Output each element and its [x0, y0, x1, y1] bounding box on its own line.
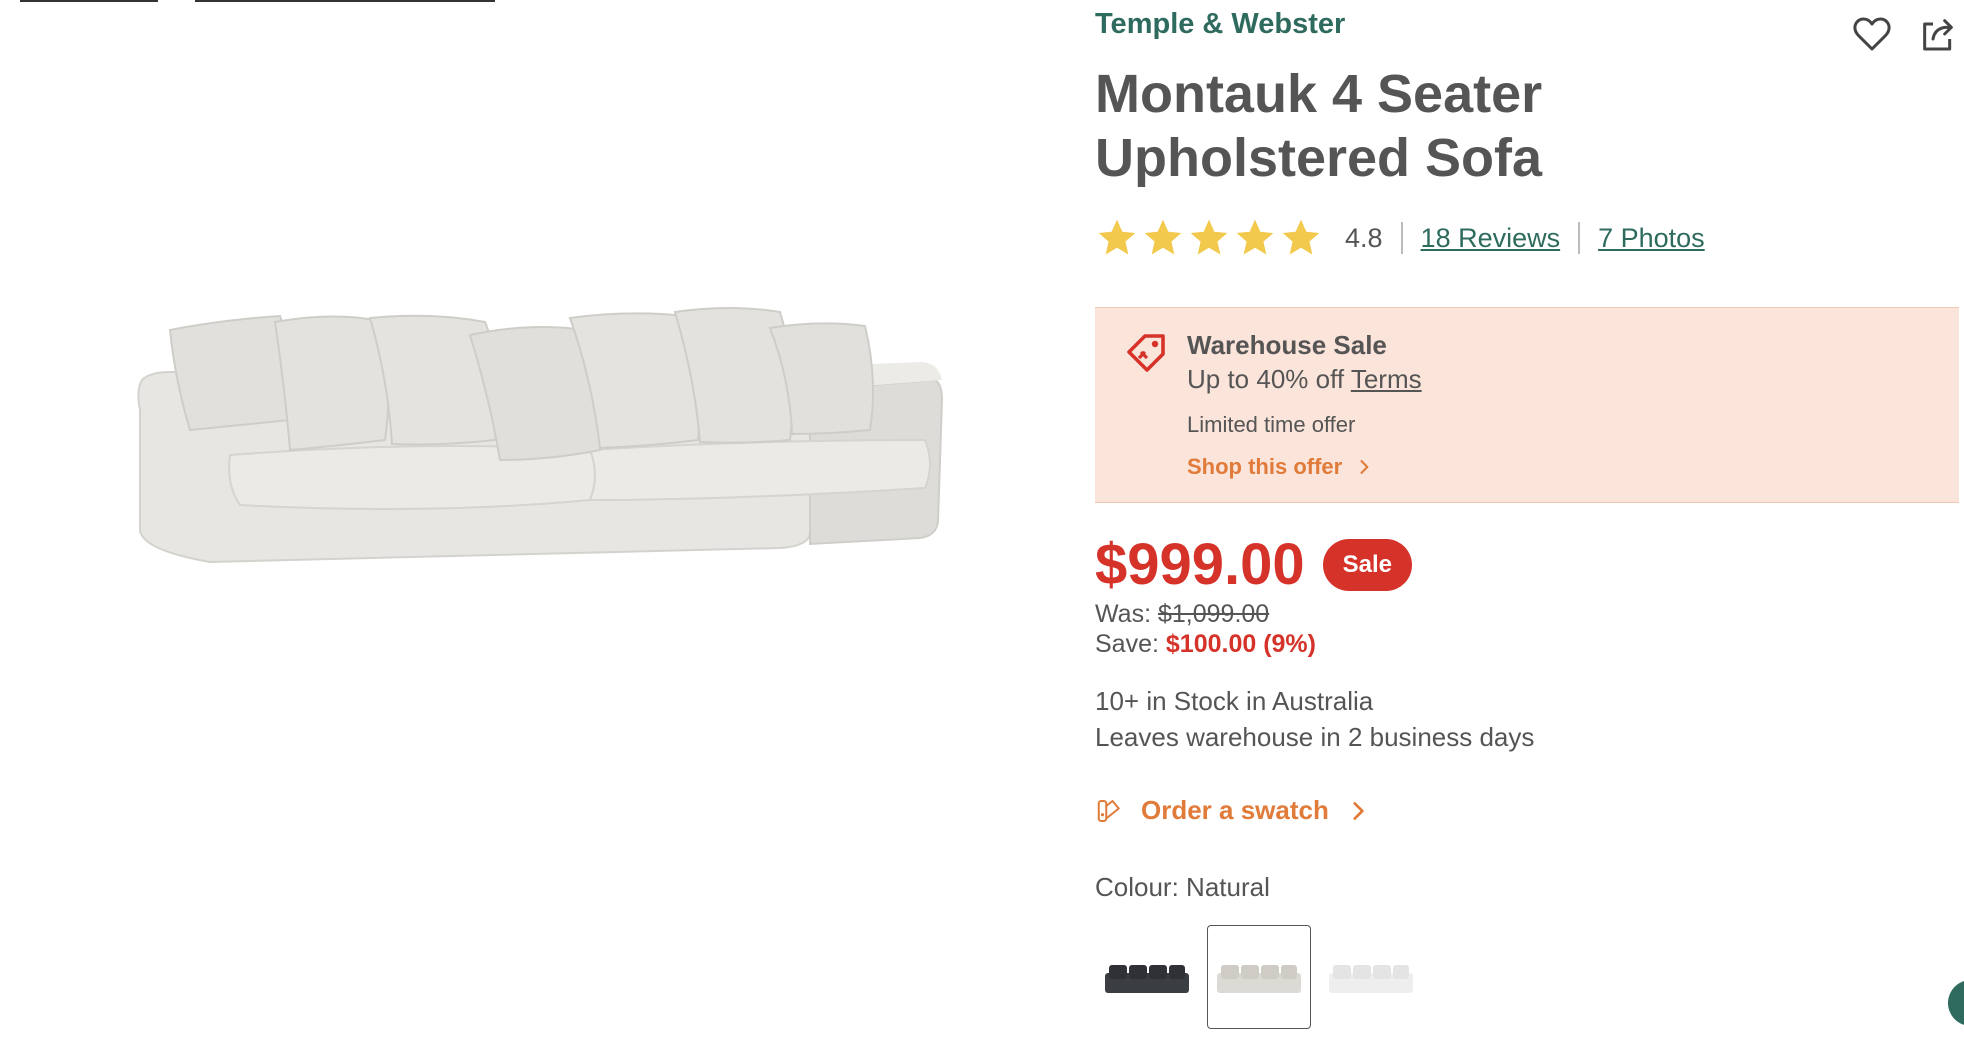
star-rating	[1095, 216, 1323, 260]
promo-title: Warehouse Sale	[1187, 330, 1387, 360]
chat-widget-button[interactable]	[1948, 980, 1964, 1026]
product-title: Montauk 4 Seater Upholstered Sofa	[1095, 64, 1543, 188]
price-row: $999.00 Sale	[1095, 530, 1413, 600]
star-icon	[1282, 219, 1320, 255]
colour-swatches	[1095, 925, 1423, 1029]
swatch-icon	[1097, 799, 1120, 822]
price: $999.00	[1095, 532, 1305, 597]
order-swatch-link[interactable]: Order a swatch	[1095, 795, 1371, 826]
product-image	[130, 300, 950, 640]
brand-link[interactable]: Temple & Webster	[1095, 8, 1345, 41]
share-icon	[1923, 19, 1953, 51]
sofa-thumbnail	[1217, 965, 1301, 993]
star-icon	[1144, 219, 1182, 255]
shop-offer-label: Shop this offer	[1187, 454, 1343, 479]
promo-subtitle: Up to 40% off Terms	[1187, 364, 1422, 395]
swatch-natural[interactable]	[1207, 925, 1311, 1029]
wishlist-button[interactable]	[1850, 12, 1894, 56]
chevron-right-icon	[1360, 460, 1369, 474]
star-icon	[1098, 219, 1136, 255]
save-amount: Save: $100.00 (9%)	[1095, 630, 1316, 659]
save-label: Save:	[1095, 630, 1159, 658]
reviews-link[interactable]: 18 Reviews	[1421, 223, 1561, 254]
colour-label: Colour: Natural	[1095, 872, 1270, 902]
sofa-thumbnail	[1105, 965, 1189, 993]
sale-badge: Sale	[1322, 539, 1413, 591]
divider	[1400, 222, 1403, 254]
heart-icon	[1853, 17, 1891, 51]
sofa-image	[137, 307, 944, 564]
promo-banner: Warehouse Sale Up to 40% off Terms Limit…	[1095, 307, 1959, 503]
sofa-thumbnail	[1329, 965, 1413, 993]
rating-row: 4.8 18 Reviews 7 Photos	[1095, 212, 1705, 264]
save-value: $100.00 (9%)	[1165, 630, 1316, 658]
terms-link[interactable]: Terms	[1351, 364, 1422, 394]
dispatch-info: Leaves warehouse in 2 business days	[1095, 722, 1535, 752]
shop-offer-link[interactable]: Shop this offer	[1187, 454, 1374, 480]
promo-limited: Limited time offer	[1187, 412, 1356, 437]
star-icon	[1190, 219, 1228, 255]
was-label: Was:	[1095, 600, 1152, 628]
swatch-white[interactable]	[1319, 925, 1423, 1029]
order-swatch-label: Order a swatch	[1141, 795, 1329, 825]
was-price: Was: $1,099.00	[1095, 600, 1269, 629]
divider	[1578, 222, 1581, 254]
photos-link[interactable]: 7 Photos	[1598, 223, 1705, 254]
was-value: $1,099.00	[1157, 600, 1270, 628]
stock-status: 10+ in Stock in Australia	[1095, 686, 1374, 716]
star-icon	[1236, 219, 1274, 255]
tag-icon	[1127, 334, 1165, 372]
rating-value: 4.8	[1345, 222, 1383, 253]
chevron-right-icon	[1353, 801, 1364, 820]
promo-discount: Up to 40% off	[1187, 364, 1345, 394]
share-button[interactable]	[1916, 12, 1960, 56]
swatch-charcoal[interactable]	[1095, 925, 1199, 1029]
product-actions	[1850, 12, 1960, 56]
